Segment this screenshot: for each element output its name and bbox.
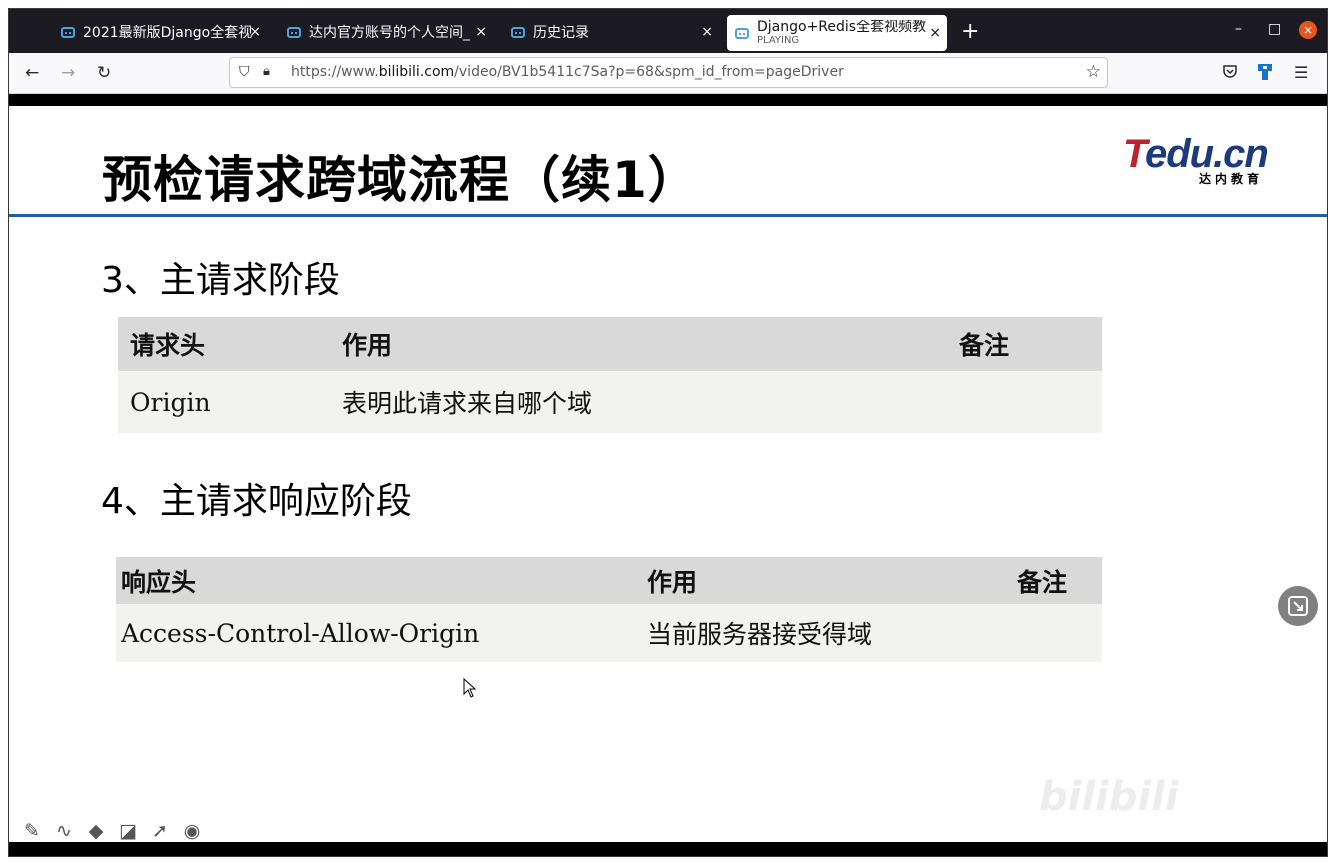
table-row: Origin 表明此请求来自哪个域 [118, 371, 1102, 433]
table-cell: 当前服务器接受得域 [647, 604, 1017, 662]
tab-close-button[interactable]: × [929, 25, 941, 41]
video-slide[interactable]: 预检请求跨域流程（续1） Tedu.cn 达内教育 3、主请求阶段 请求头 作用… [9, 94, 1327, 856]
address-bar[interactable]: ⛉ 🔒︎ https://www.bilibili.com/video/BV1b… [229, 57, 1108, 88]
exit-fullscreen-button[interactable] [1278, 586, 1318, 626]
maximize-button[interactable]: □ [1268, 21, 1281, 37]
table-header-cell: 作用 [647, 557, 1017, 604]
response-header-table: 响应头 作用 备注 Access-Control-Allow-Origin 当前… [116, 557, 1102, 662]
tab-django-redis-active[interactable]: Django+Redis全套视频教 PLAYING × [727, 15, 947, 51]
lock-icon[interactable]: 🔒︎ [263, 64, 270, 79]
back-button[interactable]: ← [25, 63, 39, 83]
url-text[interactable]: https://www.bilibili.com/video/BV1b5411c… [291, 64, 844, 80]
request-header-table: 请求头 作用 备注 Origin 表明此请求来自哪个域 [118, 317, 1102, 433]
table-header-cell: 请求头 [118, 317, 342, 371]
eraser-icon[interactable]: ◪ [117, 820, 139, 842]
section-main-response: 4、主请求响应阶段 [101, 481, 412, 522]
bilibili-tab-icon [511, 26, 525, 38]
table-header-row: 请求头 作用 备注 [118, 317, 1102, 371]
browser-window: 2021最新版Django全套视 × 达内官方账号的个人空间_ × 历史记录 ×… [8, 8, 1328, 857]
bilibili-tab-icon [61, 26, 75, 38]
table-header-cell: 备注 [959, 317, 1102, 371]
tab-title: 达内官方账号的个人空间_ [309, 25, 470, 41]
bilibili-watermark: bilibili [1039, 774, 1179, 820]
bilibili-tab-icon [287, 26, 301, 38]
fill-icon[interactable]: ◆ [85, 820, 107, 842]
table-cell [959, 371, 1102, 433]
tab-close-button[interactable]: × [475, 24, 487, 40]
window-close-button[interactable]: × [1299, 21, 1317, 39]
minimize-button[interactable]: – [1235, 21, 1242, 37]
slide-top-border [9, 94, 1327, 106]
reload-button[interactable]: ↻ [97, 63, 111, 83]
forward-button[interactable]: → [61, 63, 75, 83]
pocket-icon[interactable] [1222, 63, 1238, 83]
curve-icon[interactable]: ∿ [53, 820, 75, 842]
new-tab-button[interactable]: + [961, 19, 979, 44]
table-header-row: 响应头 作用 备注 [116, 557, 1102, 604]
tab-title: 历史记录 [533, 25, 589, 41]
bilibili-tab-icon [735, 27, 749, 39]
table-header-cell: 作用 [342, 317, 959, 371]
title-divider [9, 214, 1327, 217]
pencil-icon[interactable]: ✎ [21, 820, 43, 842]
table-cell: 表明此请求来自哪个域 [342, 371, 959, 433]
annotation-toolbar: ✎ ∿ ◆ ◪ ➚ ◉ [21, 820, 203, 842]
table-cell: Origin [118, 371, 342, 433]
table-cell [1017, 604, 1102, 662]
tab-close-button[interactable]: × [249, 24, 261, 40]
tab-title: Django+Redis全套视频教 [757, 20, 927, 35]
pointer-icon[interactable]: ➚ [149, 820, 171, 842]
navigation-bar: ← → ↻ ⛉ 🔒︎ https://www.bilibili.com/vide… [9, 53, 1327, 94]
slide-title: 预检请求跨域流程（续1） [102, 151, 699, 209]
tab-playing-label: PLAYING [757, 35, 800, 46]
exit-fullscreen-icon [1288, 596, 1308, 616]
record-icon[interactable]: ◉ [181, 820, 203, 842]
table-cell: Access-Control-Allow-Origin [116, 604, 647, 662]
shield-icon[interactable]: ⛉ [239, 64, 250, 80]
bookmark-star-icon[interactable]: ☆ [1086, 62, 1101, 82]
extension-icon[interactable] [1257, 63, 1273, 85]
mouse-cursor-icon [463, 677, 477, 702]
tab-strip: 2021最新版Django全套视 × 达内官方账号的个人空间_ × 历史记录 ×… [9, 9, 1327, 53]
section-main-request: 3、主请求阶段 [101, 260, 340, 301]
tab-django-course[interactable]: 2021最新版Django全套视 × [53, 15, 267, 49]
menu-icon[interactable]: ☰ [1294, 63, 1308, 82]
tab-history[interactable]: 历史记录 × [503, 15, 719, 49]
table-header-cell: 备注 [1017, 557, 1102, 604]
tab-tedu-space[interactable]: 达内官方账号的个人空间_ × [279, 15, 493, 49]
tedu-logo: Tedu.cn 达内教育 [1123, 132, 1269, 186]
table-header-cell: 响应头 [116, 557, 647, 604]
slide-bottom-border [9, 842, 1327, 856]
tab-close-button[interactable]: × [701, 24, 713, 40]
tab-title: 2021最新版Django全套视 [83, 25, 253, 41]
table-row: Access-Control-Allow-Origin 当前服务器接受得域 [116, 604, 1102, 662]
